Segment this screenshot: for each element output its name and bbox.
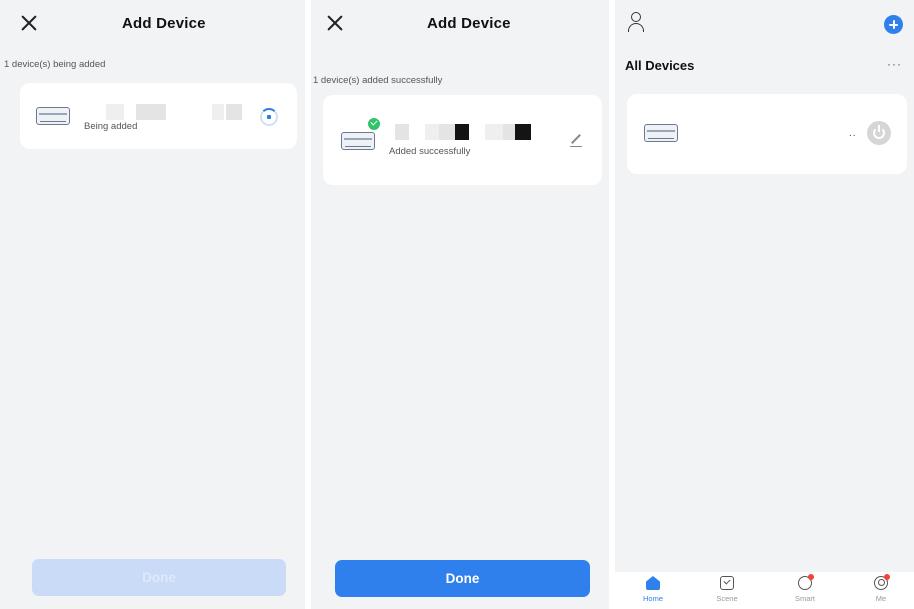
top-bar: Add Device	[0, 0, 305, 48]
device-card[interactable]: Being added	[20, 83, 297, 149]
device-status: Being added	[84, 121, 138, 132]
smart-icon	[798, 574, 814, 590]
tab-smart[interactable]: Smart	[775, 574, 835, 609]
home-screen: All Devices ··· .. Home Scene Smart Me	[615, 0, 914, 609]
redacted-device-name	[425, 124, 439, 140]
redacted-device-name	[212, 104, 224, 120]
close-icon[interactable]	[326, 14, 344, 32]
tab-scene[interactable]: Scene	[697, 576, 757, 609]
loading-spinner-icon	[260, 108, 278, 126]
redacted-device-name	[395, 124, 409, 140]
redacted-device-name	[455, 124, 469, 140]
redacted-device-name	[439, 124, 455, 140]
redacted-device-name	[503, 124, 515, 140]
redacted-device-name	[226, 104, 242, 120]
device-status: Added successfully	[389, 146, 471, 157]
air-conditioner-icon	[644, 124, 678, 142]
add-device-screen-success: Add Device 1 device(s) added successfull…	[311, 0, 609, 609]
user-profile-icon[interactable]	[627, 12, 645, 34]
tab-me[interactable]: Me	[851, 574, 911, 609]
close-icon[interactable]	[20, 14, 38, 32]
add-device-screen-adding: Add Device 1 device(s) being added Being…	[0, 0, 305, 609]
add-device-plus-icon[interactable]	[884, 15, 903, 34]
redacted-device-name	[515, 124, 531, 140]
edit-pencil-icon[interactable]	[569, 133, 583, 147]
air-conditioner-icon	[341, 132, 375, 150]
device-card[interactable]: Added successfully	[323, 95, 602, 185]
done-button[interactable]: Done	[32, 559, 286, 596]
done-button[interactable]: Done	[335, 560, 590, 597]
section-title: All Devices	[625, 58, 695, 73]
redacted-device-name	[136, 104, 166, 120]
page-title: Add Device	[427, 15, 511, 32]
success-check-icon	[367, 117, 381, 131]
redacted-device-name	[485, 124, 503, 140]
tab-label: Smart	[794, 594, 815, 603]
notification-badge	[884, 574, 890, 580]
notification-badge	[808, 574, 814, 580]
air-conditioner-icon	[36, 107, 70, 125]
tab-label: Scene	[716, 594, 738, 603]
page-title: Add Device	[122, 15, 206, 32]
success-status-note: 1 device(s) added successfully	[313, 75, 443, 86]
adding-status-note: 1 device(s) being added	[4, 59, 106, 70]
more-options-icon[interactable]: ···	[887, 57, 902, 71]
tab-label: Home	[642, 594, 663, 603]
power-toggle-icon[interactable]	[867, 121, 891, 145]
device-card[interactable]: ..	[627, 94, 907, 174]
device-name-truncated: ..	[849, 128, 857, 139]
redacted-device-name	[106, 104, 124, 120]
top-bar: Add Device	[311, 0, 609, 48]
spinner-stop-icon	[267, 115, 271, 119]
tab-home[interactable]: Home	[623, 576, 683, 609]
scene-icon	[720, 576, 734, 590]
tab-label: Me	[875, 594, 887, 603]
me-icon	[874, 574, 890, 590]
home-icon	[646, 576, 660, 590]
bottom-tab-bar: Home Scene Smart Me	[615, 572, 914, 609]
